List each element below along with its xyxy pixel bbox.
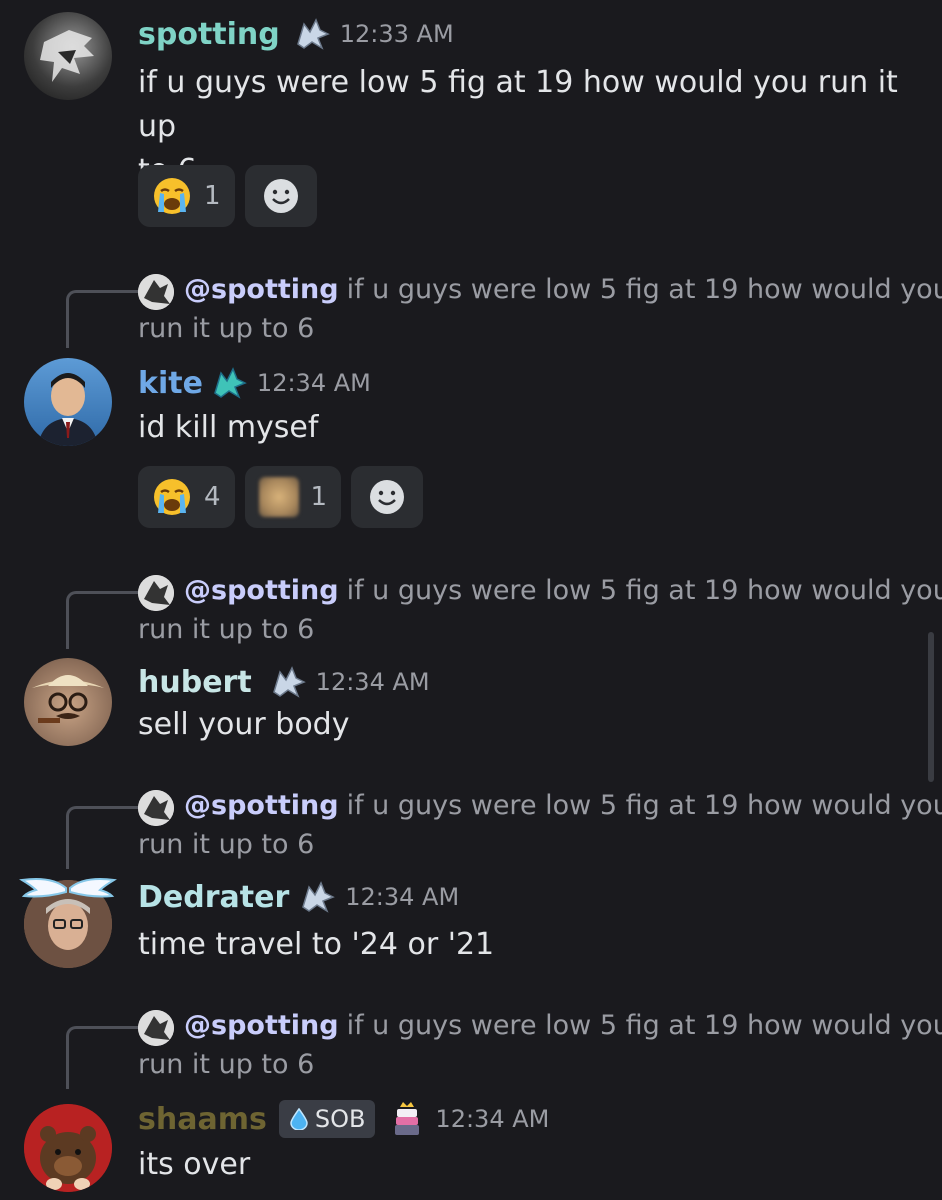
reply-mention[interactable]: @spotting (184, 274, 339, 305)
reply-mention[interactable]: @spotting (184, 790, 339, 821)
reaction-count: 1 (204, 181, 221, 211)
smiley-add-icon (263, 179, 298, 213)
avatar-hubert[interactable] (24, 658, 112, 746)
message-text: sell your body (138, 707, 350, 742)
loudly-crying-face-icon (154, 479, 190, 515)
reply-avatar (138, 790, 174, 826)
reaction-count: 4 (204, 482, 221, 512)
smiley-add-icon (370, 480, 405, 514)
reply-spine (66, 1026, 141, 1089)
reply-text: if u guys were low 5 fig at 19 how would… (346, 1010, 942, 1041)
reaction-crying[interactable]: 4 (138, 466, 235, 528)
add-reaction-button[interactable] (351, 466, 424, 528)
reply-avatar (138, 575, 174, 611)
username-dedrater[interactable]: Dedrater (138, 880, 289, 915)
wolf-badge-icon[interactable] (299, 879, 336, 915)
reaction-bar: 4 1 (138, 466, 424, 528)
reply-avatar (138, 1010, 174, 1046)
username-kite[interactable]: kite (138, 366, 203, 401)
reply-spine (66, 290, 141, 348)
reply-text: if u guys were low 5 fig at 19 how would… (346, 274, 942, 305)
add-reaction-button[interactable] (244, 165, 317, 227)
reply-text-cont: run it up to 6 (138, 614, 315, 645)
reply-avatar (138, 274, 174, 310)
wolf-badge-icon[interactable] (211, 365, 247, 401)
timestamp: 12:33 AM (339, 20, 454, 48)
role-tag-label: SOB (314, 1105, 366, 1133)
reaction-count: 1 (310, 482, 328, 512)
reaction-crying[interactable]: 1 (138, 165, 235, 227)
reply-spine (66, 591, 141, 649)
angel-wings-decoration-icon (19, 878, 117, 898)
reaction-custom[interactable]: 1 (244, 466, 342, 528)
wolf-badge-icon[interactable] (270, 664, 306, 700)
avatar-kite[interactable] (24, 358, 112, 446)
crown-cake-badge-icon[interactable] (389, 1101, 425, 1137)
loudly-crying-face-icon (154, 178, 190, 214)
reply-text-cont: run it up to 6 (138, 1049, 315, 1080)
timestamp: 12:34 AM (256, 369, 371, 397)
reply-text: if u guys were low 5 fig at 19 how would… (346, 790, 942, 821)
message-text: id kill mysef (138, 410, 319, 445)
message-text: its over (138, 1147, 251, 1182)
role-tag[interactable]: SOB (278, 1100, 376, 1138)
timestamp: 12:34 AM (435, 1105, 550, 1133)
wolf-badge-icon[interactable] (294, 16, 330, 52)
reply-text: if u guys were low 5 fig at 19 how would… (346, 575, 942, 606)
username-hubert[interactable]: hubert (138, 665, 252, 700)
water-drop-icon (290, 1108, 308, 1130)
username-shaams[interactable]: shaams (138, 1102, 267, 1137)
username-spotting[interactable]: spotting (138, 17, 280, 52)
avatar-spotting[interactable] (24, 12, 112, 100)
blurred-custom-emoji-icon (258, 477, 299, 517)
reply-text-cont: run it up to 6 (138, 829, 315, 860)
reply-mention[interactable]: @spotting (184, 575, 339, 606)
reply-text-cont: run it up to 6 (138, 313, 315, 344)
timestamp: 12:34 AM (315, 668, 430, 696)
avatar-dedrater[interactable] (19, 878, 117, 968)
reply-mention[interactable]: @spotting (184, 1010, 339, 1041)
message-text: time travel to '24 or '21 (138, 927, 495, 962)
timestamp: 12:34 AM (345, 883, 460, 911)
reply-spine (66, 806, 141, 869)
scrollbar[interactable] (928, 632, 934, 782)
reaction-bar: 1 (138, 165, 317, 227)
avatar-shaams[interactable] (24, 1104, 112, 1192)
